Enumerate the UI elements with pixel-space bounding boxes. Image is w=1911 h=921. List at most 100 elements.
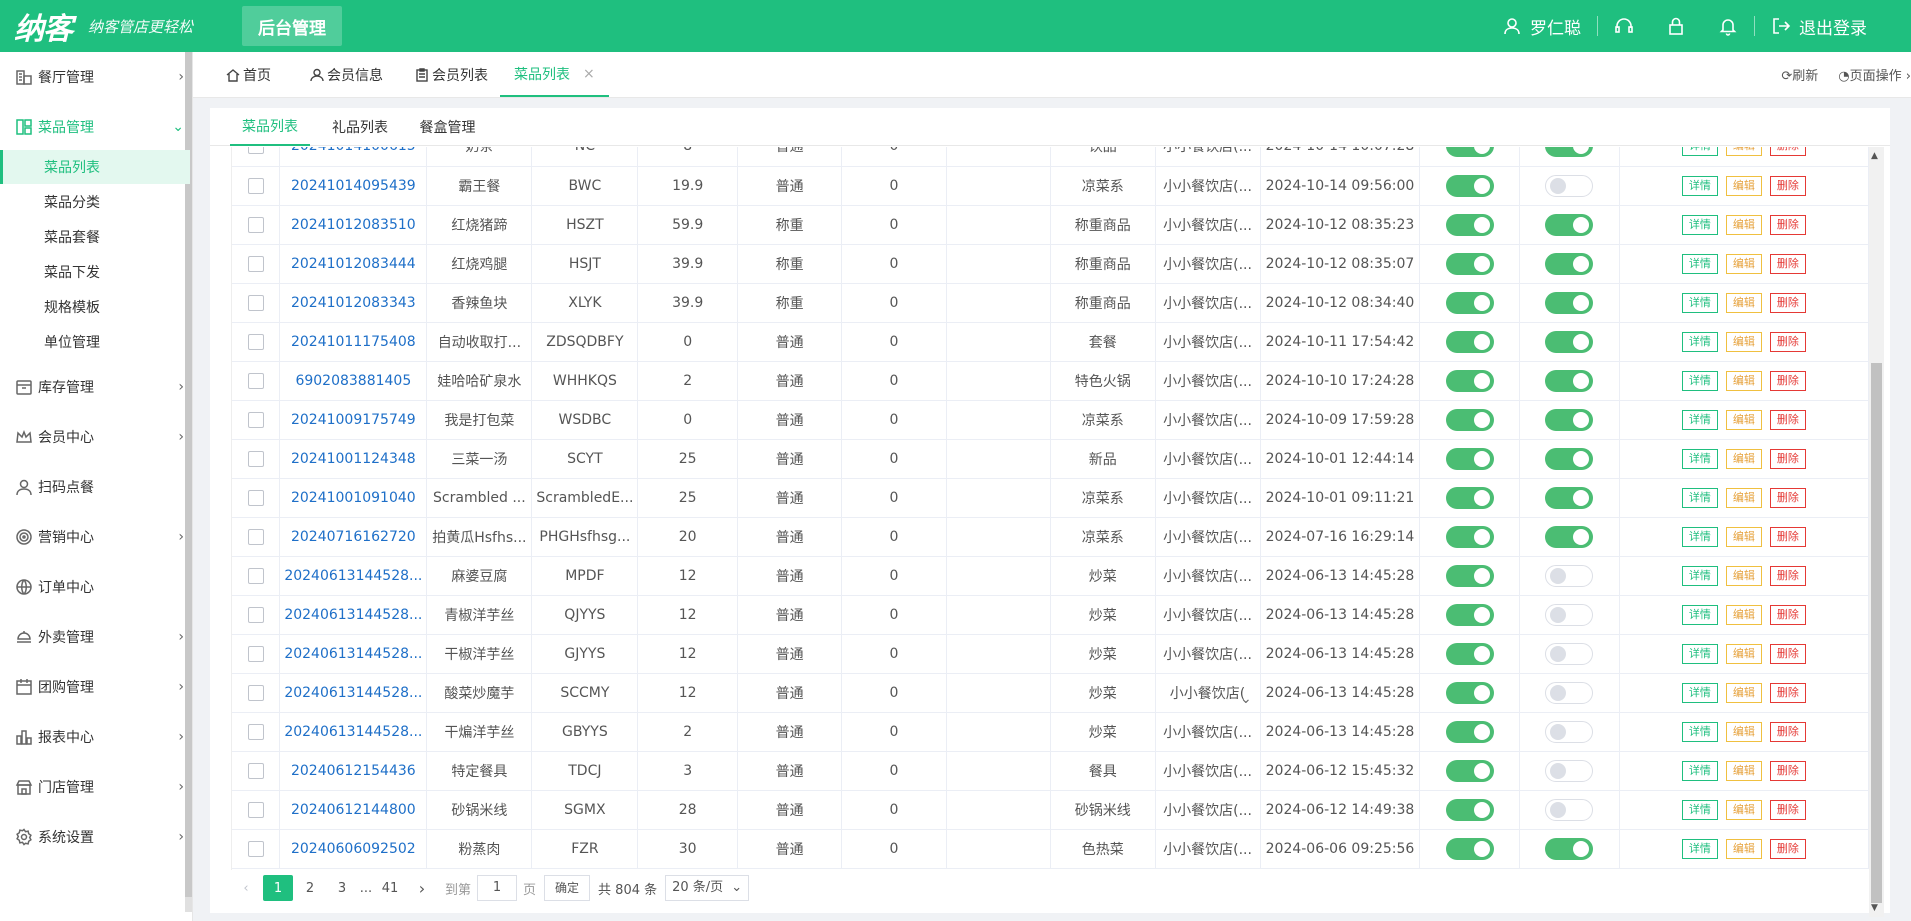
recommend-switch[interactable] (1545, 447, 1594, 470)
row-checkbox[interactable] (247, 684, 264, 701)
sidebar-item-stores[interactable]: 门店管理 › (0, 767, 186, 807)
row-checkbox[interactable] (247, 450, 264, 467)
delete-button[interactable]: 删除 (1769, 292, 1806, 313)
sidebar-subitem-dish-distribute[interactable]: 菜品下发 (0, 255, 190, 289)
edit-button[interactable]: 编辑 (1725, 253, 1762, 274)
recommend-switch[interactable] (1545, 681, 1594, 704)
row-checkbox[interactable] (247, 489, 264, 506)
support-button[interactable] (1598, 16, 1650, 36)
delete-button[interactable]: 删除 (1769, 147, 1806, 157)
recommend-switch[interactable] (1545, 330, 1594, 353)
row-checkbox[interactable] (247, 294, 264, 311)
recommend-switch[interactable] (1545, 525, 1594, 548)
edit-button[interactable]: 编辑 (1725, 331, 1762, 352)
row-checkbox[interactable] (247, 372, 264, 389)
dish-code-link[interactable]: 20240613144528... (279, 673, 428, 713)
edit-button[interactable]: 编辑 (1725, 838, 1762, 859)
detail-button[interactable]: 详情 (1681, 147, 1718, 157)
recommend-switch[interactable] (1545, 837, 1594, 860)
delete-button[interactable]: 删除 (1769, 409, 1806, 430)
detail-button[interactable]: 详情 (1681, 799, 1718, 820)
status-switch[interactable] (1445, 798, 1494, 821)
edit-button[interactable]: 编辑 (1725, 370, 1762, 391)
row-checkbox[interactable] (247, 255, 264, 272)
dish-code-link[interactable]: 20240613144528... (279, 595, 428, 635)
row-checkbox[interactable] (247, 333, 264, 350)
edit-button[interactable]: 编辑 (1725, 799, 1762, 820)
delete-button[interactable]: 删除 (1769, 838, 1806, 859)
detail-button[interactable]: 详情 (1681, 682, 1718, 703)
status-switch[interactable] (1445, 174, 1494, 197)
subtab-gift-list[interactable]: 礼品列表 (325, 108, 395, 146)
status-switch[interactable] (1445, 603, 1494, 626)
page-size-select[interactable]: 20 条/页 ⌄ (665, 875, 750, 901)
edit-button[interactable]: 编辑 (1725, 175, 1762, 196)
detail-button[interactable]: 详情 (1681, 526, 1718, 547)
delete-button[interactable]: 删除 (1769, 487, 1806, 508)
dish-code-link[interactable]: 20241012083444 (279, 244, 428, 284)
sidebar-item-restaurant[interactable]: 餐厅管理 › (0, 57, 186, 97)
edit-button[interactable]: 编辑 (1725, 565, 1762, 586)
logout-button[interactable]: 退出登录 (1755, 14, 1883, 39)
recommend-switch[interactable] (1545, 720, 1594, 743)
page-button[interactable]: 1 (263, 875, 293, 901)
recommend-switch[interactable] (1545, 147, 1594, 158)
edit-button[interactable]: 编辑 (1725, 643, 1762, 664)
detail-button[interactable]: 详情 (1681, 175, 1718, 196)
delete-button[interactable]: 删除 (1769, 214, 1806, 235)
detail-button[interactable]: 详情 (1681, 214, 1718, 235)
scroll-down-arrow[interactable]: ▼ (1871, 903, 1878, 913)
status-switch[interactable] (1445, 369, 1494, 392)
scroll-up-arrow[interactable]: ▲ (1871, 151, 1878, 161)
user-menu[interactable]: 罗仁聪 (1486, 14, 1597, 39)
edit-button[interactable]: 编辑 (1725, 409, 1762, 430)
row-checkbox[interactable] (247, 645, 264, 662)
row-checkbox[interactable] (247, 528, 264, 545)
detail-button[interactable]: 详情 (1681, 604, 1718, 625)
sidebar-item-group-buy[interactable]: 团购管理 › (0, 667, 186, 707)
detail-button[interactable]: 详情 (1681, 565, 1718, 586)
dish-code-link[interactable]: 20241009175749 (279, 400, 428, 440)
sidebar-subitem-dish-list[interactable]: 菜品列表 (0, 150, 190, 184)
recommend-switch[interactable] (1545, 252, 1594, 275)
row-checkbox[interactable] (247, 147, 264, 155)
dish-code-link[interactable]: 20241014095439 (279, 166, 428, 206)
recommend-switch[interactable] (1545, 564, 1594, 587)
status-switch[interactable] (1445, 837, 1494, 860)
sidebar-item-marketing[interactable]: 营销中心 › (0, 517, 186, 557)
dish-code-link[interactable]: 20240612154436 (279, 751, 428, 791)
dish-code-link[interactable]: 6902083881405 (279, 361, 428, 401)
status-switch[interactable] (1445, 720, 1494, 743)
dish-code-link[interactable]: 20241012083343 (279, 283, 428, 323)
goto-page-input[interactable]: 1 (477, 875, 518, 901)
row-checkbox[interactable] (247, 411, 264, 428)
tab-dish-list[interactable]: 菜品列表 × (500, 52, 609, 97)
page-button[interactable]: 2 (295, 875, 325, 901)
sidebar-item-reports[interactable]: 报表中心 › (0, 717, 186, 757)
edit-button[interactable]: 编辑 (1725, 682, 1762, 703)
edit-button[interactable]: 编辑 (1725, 721, 1762, 742)
sidebar-item-delivery[interactable]: 外卖管理 › (0, 617, 186, 657)
status-switch[interactable] (1445, 213, 1494, 236)
subtab-dish-list[interactable]: 菜品列表 (230, 108, 310, 146)
delete-button[interactable]: 删除 (1769, 643, 1806, 664)
detail-button[interactable]: 详情 (1681, 838, 1718, 859)
detail-button[interactable]: 详情 (1681, 292, 1718, 313)
delete-button[interactable]: 删除 (1769, 526, 1806, 547)
sidebar-subitem-unit[interactable]: 单位管理 (0, 325, 190, 359)
status-switch[interactable] (1445, 525, 1494, 548)
row-checkbox[interactable] (247, 606, 264, 623)
close-icon[interactable]: × (583, 66, 595, 82)
dish-code-link[interactable]: 20240716162720 (279, 517, 428, 557)
dish-code-link[interactable]: 20241001091040 (279, 478, 428, 518)
delete-button[interactable]: 删除 (1769, 760, 1806, 781)
sidebar-item-inventory[interactable]: 库存管理 › (0, 367, 186, 407)
status-switch[interactable] (1445, 681, 1494, 704)
sidebar-item-dishes[interactable]: 菜品管理 ⌄ (0, 107, 186, 147)
delete-button[interactable]: 删除 (1769, 175, 1806, 196)
sidebar-subitem-dish-category[interactable]: 菜品分类 (0, 185, 190, 219)
dish-code-link[interactable]: 20241011175408 (279, 322, 428, 362)
recommend-switch[interactable] (1545, 408, 1594, 431)
status-switch[interactable] (1445, 759, 1494, 782)
admin-tab[interactable]: 后台管理 (242, 6, 342, 46)
